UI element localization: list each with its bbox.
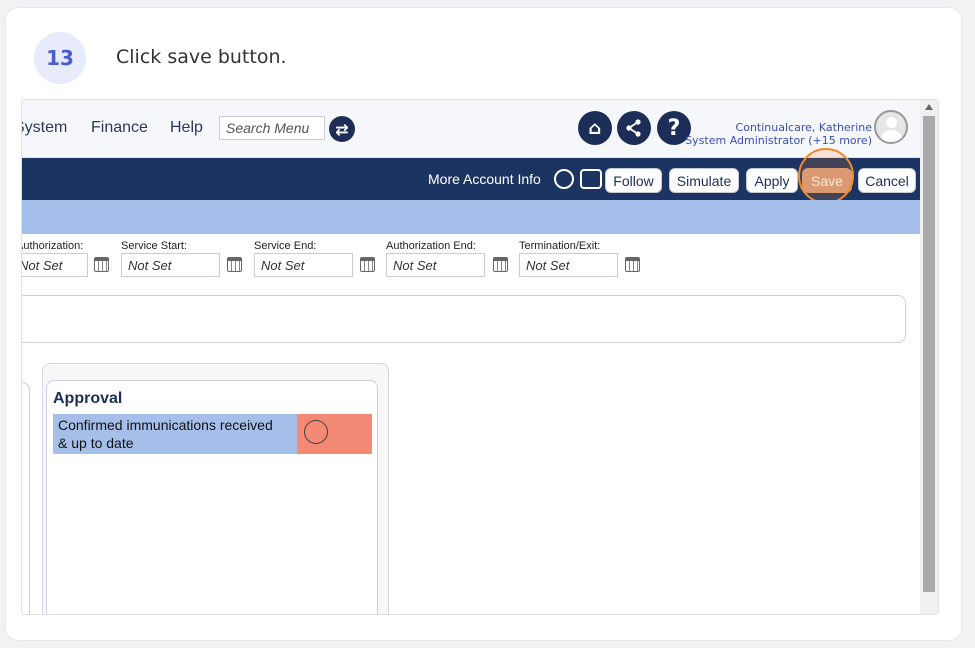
user-name: Continualcare, Katherine — [735, 121, 872, 134]
notes-box[interactable] — [22, 295, 906, 343]
calendar-icon[interactable] — [94, 257, 109, 272]
more-account-info-link[interactable]: More Account Info — [428, 171, 541, 187]
status-circle-icon[interactable] — [304, 420, 328, 444]
step-instruction: Click save button. — [116, 46, 287, 68]
menu-finance[interactable]: Finance — [91, 119, 148, 137]
top-menu-bar: System Finance Help Search Menu ⇄ ⌂ ? Co… — [22, 100, 920, 158]
home-icon[interactable]: ⌂ — [578, 111, 612, 145]
avatar[interactable] — [874, 110, 908, 144]
service-start-label: Service Start: — [121, 240, 188, 252]
approval-item-line1: Confirmed immunications received — [58, 417, 273, 433]
save-highlight-ring — [798, 148, 854, 204]
contact-card-icon[interactable] — [580, 169, 602, 189]
account-info-icon[interactable] — [554, 169, 574, 189]
service-end-label: Service End: — [254, 240, 317, 252]
approval-status-cell[interactable] — [297, 414, 372, 454]
menu-system[interactable]: System — [22, 119, 67, 137]
approval-item-line2: & up to date — [58, 435, 134, 451]
authorization-label: Authorization: — [21, 240, 84, 252]
termination-exit-input[interactable]: Not Set — [519, 253, 618, 277]
calendar-icon[interactable] — [493, 257, 508, 272]
approval-title: Approval — [53, 390, 123, 407]
authorization-end-input[interactable]: Not Set — [386, 253, 485, 277]
authorization-end-label: Authorization End: — [386, 240, 476, 252]
search-menu-input[interactable]: Search Menu — [219, 116, 325, 140]
step-number-badge: 13 — [34, 32, 86, 84]
vertical-scrollbar[interactable] — [920, 100, 938, 614]
calendar-icon[interactable] — [360, 257, 375, 272]
screenshot-frame: System Finance Help Search Menu ⇄ ⌂ ? Co… — [21, 99, 939, 615]
approval-item[interactable]: Confirmed immunications received & up to… — [53, 414, 297, 454]
calendar-icon[interactable] — [227, 257, 242, 272]
refresh-icon[interactable]: ⇄ — [329, 116, 355, 142]
left-panel — [22, 382, 30, 614]
scroll-thumb[interactable] — [923, 116, 935, 592]
simulate-button[interactable]: Simulate — [669, 168, 739, 193]
share-icon[interactable] — [617, 111, 651, 145]
user-info[interactable]: Continualcare, Katherine System Administ… — [685, 121, 872, 147]
menu-help[interactable]: Help — [170, 119, 203, 137]
action-bar: More Account Info Follow Simulate Apply … — [22, 158, 920, 200]
cancel-button[interactable]: Cancel — [858, 168, 916, 193]
scroll-up-icon[interactable] — [925, 104, 933, 110]
section-header-bar — [22, 200, 920, 234]
apply-button[interactable]: Apply — [746, 168, 798, 193]
user-role: System Administrator (+15 more) — [685, 134, 872, 147]
service-start-input[interactable]: Not Set — [121, 253, 220, 277]
calendar-icon[interactable] — [625, 257, 640, 272]
follow-button[interactable]: Follow — [605, 168, 662, 193]
service-end-input[interactable]: Not Set — [254, 253, 353, 277]
termination-exit-label: Termination/Exit: — [519, 240, 601, 252]
authorization-input[interactable]: Not Set — [22, 253, 88, 277]
